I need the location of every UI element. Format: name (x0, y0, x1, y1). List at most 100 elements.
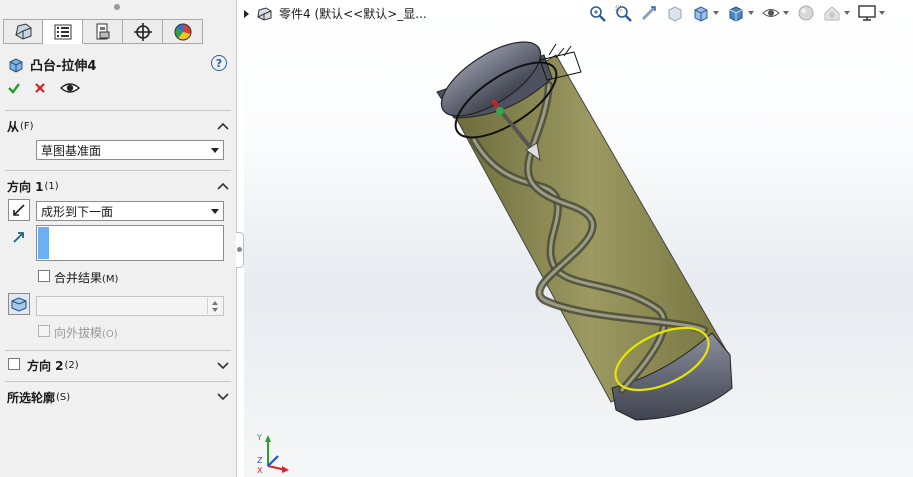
draft-outward-label: 向外拔模(O) (54, 324, 118, 341)
merge-result-text: 合并结果 (54, 271, 103, 285)
chevron-down-icon[interactable] (844, 11, 850, 15)
chevron-down-icon[interactable] (879, 11, 885, 15)
direction-arrow-icon (13, 232, 24, 243)
section-direction2-label: 方向 2 (27, 359, 64, 373)
tab-dimxpert-manager[interactable] (123, 19, 163, 44)
part-name: 零件4 (默认<<默认>_显... (279, 7, 427, 21)
help-button[interactable]: ? (211, 55, 227, 71)
display-pie-icon (174, 23, 191, 40)
chevron-down-icon[interactable] (783, 11, 789, 15)
edit-appearance-button[interactable] (795, 3, 817, 23)
model-view[interactable] (244, 0, 913, 477)
tab-configuration-manager[interactable] (83, 19, 123, 44)
configuration-icon (96, 23, 109, 39)
draft-angle-input[interactable] (36, 296, 224, 316)
chevron-up-icon[interactable] (217, 121, 229, 131)
display-style-icon (729, 6, 743, 22)
merge-result-checkbox[interactable] (38, 270, 50, 282)
merge-result-shortcut: (M) (102, 274, 119, 285)
appearance-sphere-icon (798, 5, 814, 21)
up-to-face-list[interactable] (36, 225, 224, 261)
part-icon (257, 6, 272, 21)
chevron-down-icon (211, 147, 219, 153)
section-direction1-shortcut: (1) (44, 181, 59, 192)
draft-outward-text: 向外拔模 (54, 326, 103, 340)
end-condition-select[interactable]: 成形到下一面 (36, 201, 224, 221)
reverse-direction-button[interactable] (8, 199, 30, 221)
reference-triad: Y Z X (256, 433, 289, 475)
tab-feature-manager[interactable] (3, 19, 43, 44)
chevron-up-icon[interactable] (217, 181, 229, 191)
feature-tree-icon (15, 22, 32, 40)
panel-grip[interactable] (114, 4, 120, 10)
tab-display-manager[interactable] (163, 19, 203, 44)
hide-show-items-button[interactable] (760, 3, 782, 23)
zoom-to-area-icon (615, 5, 632, 22)
property-list-icon (54, 24, 71, 39)
separator (5, 170, 231, 171)
reverse-direction-icon (13, 204, 25, 216)
section-contours-label: 所选轮廓 (7, 391, 56, 405)
draft-outward-shortcut: (O) (102, 329, 118, 340)
accept-check-icon[interactable] (7, 81, 21, 95)
spin-up-icon[interactable] (212, 301, 218, 305)
section-view-button[interactable] (664, 3, 686, 23)
view-orientation-button[interactable] (690, 3, 712, 23)
section-direction2-header[interactable]: 方向 2 (2) (27, 357, 79, 374)
previous-view-icon (641, 6, 656, 21)
from-select-value: 草图基准面 (41, 143, 102, 158)
section-from-label: 从 (7, 120, 20, 134)
help-label: ? (215, 56, 223, 70)
from-select[interactable]: 草图基准面 (36, 140, 224, 160)
merge-result-label: 合并结果(M) (54, 269, 118, 286)
section-from-header[interactable]: 从 (F) (7, 118, 34, 135)
zoom-to-fit-button[interactable] (586, 3, 608, 23)
chevron-down-icon[interactable] (217, 391, 229, 401)
feature-title: 凸台-拉伸4 (8, 55, 96, 74)
triad-y-arrow (265, 435, 271, 442)
triad-x-arrow (282, 466, 289, 473)
tab-property-manager[interactable] (43, 19, 83, 44)
triad-z-axis (267, 455, 279, 467)
separator (5, 110, 231, 111)
draft-on-off-button[interactable] (8, 293, 30, 315)
hide-show-eye-icon (762, 9, 780, 17)
feature-tree-flyout[interactable]: 零件4 (默认<<默认>_显... (244, 5, 427, 22)
zoom-to-fit-icon (590, 6, 606, 22)
expand-arrow-icon[interactable] (244, 9, 249, 18)
manager-tabs (3, 19, 203, 44)
view-settings-button[interactable] (856, 3, 878, 23)
property-manager-panel: 凸台-拉伸4 ? 从 (F) 草图基准面 方向 1 (1) 成形到下一面 合并结… (0, 0, 237, 477)
chevron-down-icon[interactable] (217, 360, 229, 370)
action-buttons (7, 81, 81, 95)
section-contours-header[interactable]: 所选轮廓 (S) (7, 389, 70, 406)
display-style-button[interactable] (725, 3, 747, 23)
chevron-down-icon[interactable] (748, 11, 754, 15)
chevron-down-icon (211, 208, 219, 214)
apply-scene-button[interactable] (821, 3, 843, 23)
section-direction1-label: 方向 1 (7, 180, 44, 194)
graphics-viewport[interactable]: 零件4 (默认<<默认>_显... Y Z X (244, 0, 913, 477)
crosshair-icon (133, 22, 152, 41)
previous-view-button[interactable] (638, 3, 660, 23)
section-direction1-header[interactable]: 方向 1 (1) (7, 178, 59, 195)
chevron-down-icon[interactable] (713, 11, 719, 15)
section-from-shortcut: (F) (20, 121, 34, 132)
view-orientation-icon (694, 6, 708, 22)
handle-dot (237, 247, 242, 252)
draft-outward-checkbox[interactable] (38, 325, 50, 337)
separator (5, 350, 231, 351)
section-view-icon (668, 6, 682, 22)
scene-icon (824, 6, 840, 21)
section-direction2-shortcut: (2) (64, 360, 79, 371)
direction2-checkbox[interactable] (8, 358, 20, 370)
panel-collapse-handle[interactable] (236, 232, 244, 268)
cancel-x-icon[interactable] (33, 81, 47, 95)
monitor-icon (858, 5, 876, 21)
triad-x-label: X (257, 466, 263, 475)
spinner-buttons[interactable] (207, 298, 222, 314)
zoom-to-area-button[interactable] (612, 3, 634, 23)
draft-icon (11, 297, 27, 312)
preview-eye-icon[interactable] (59, 81, 81, 95)
spin-down-icon[interactable] (212, 308, 218, 312)
